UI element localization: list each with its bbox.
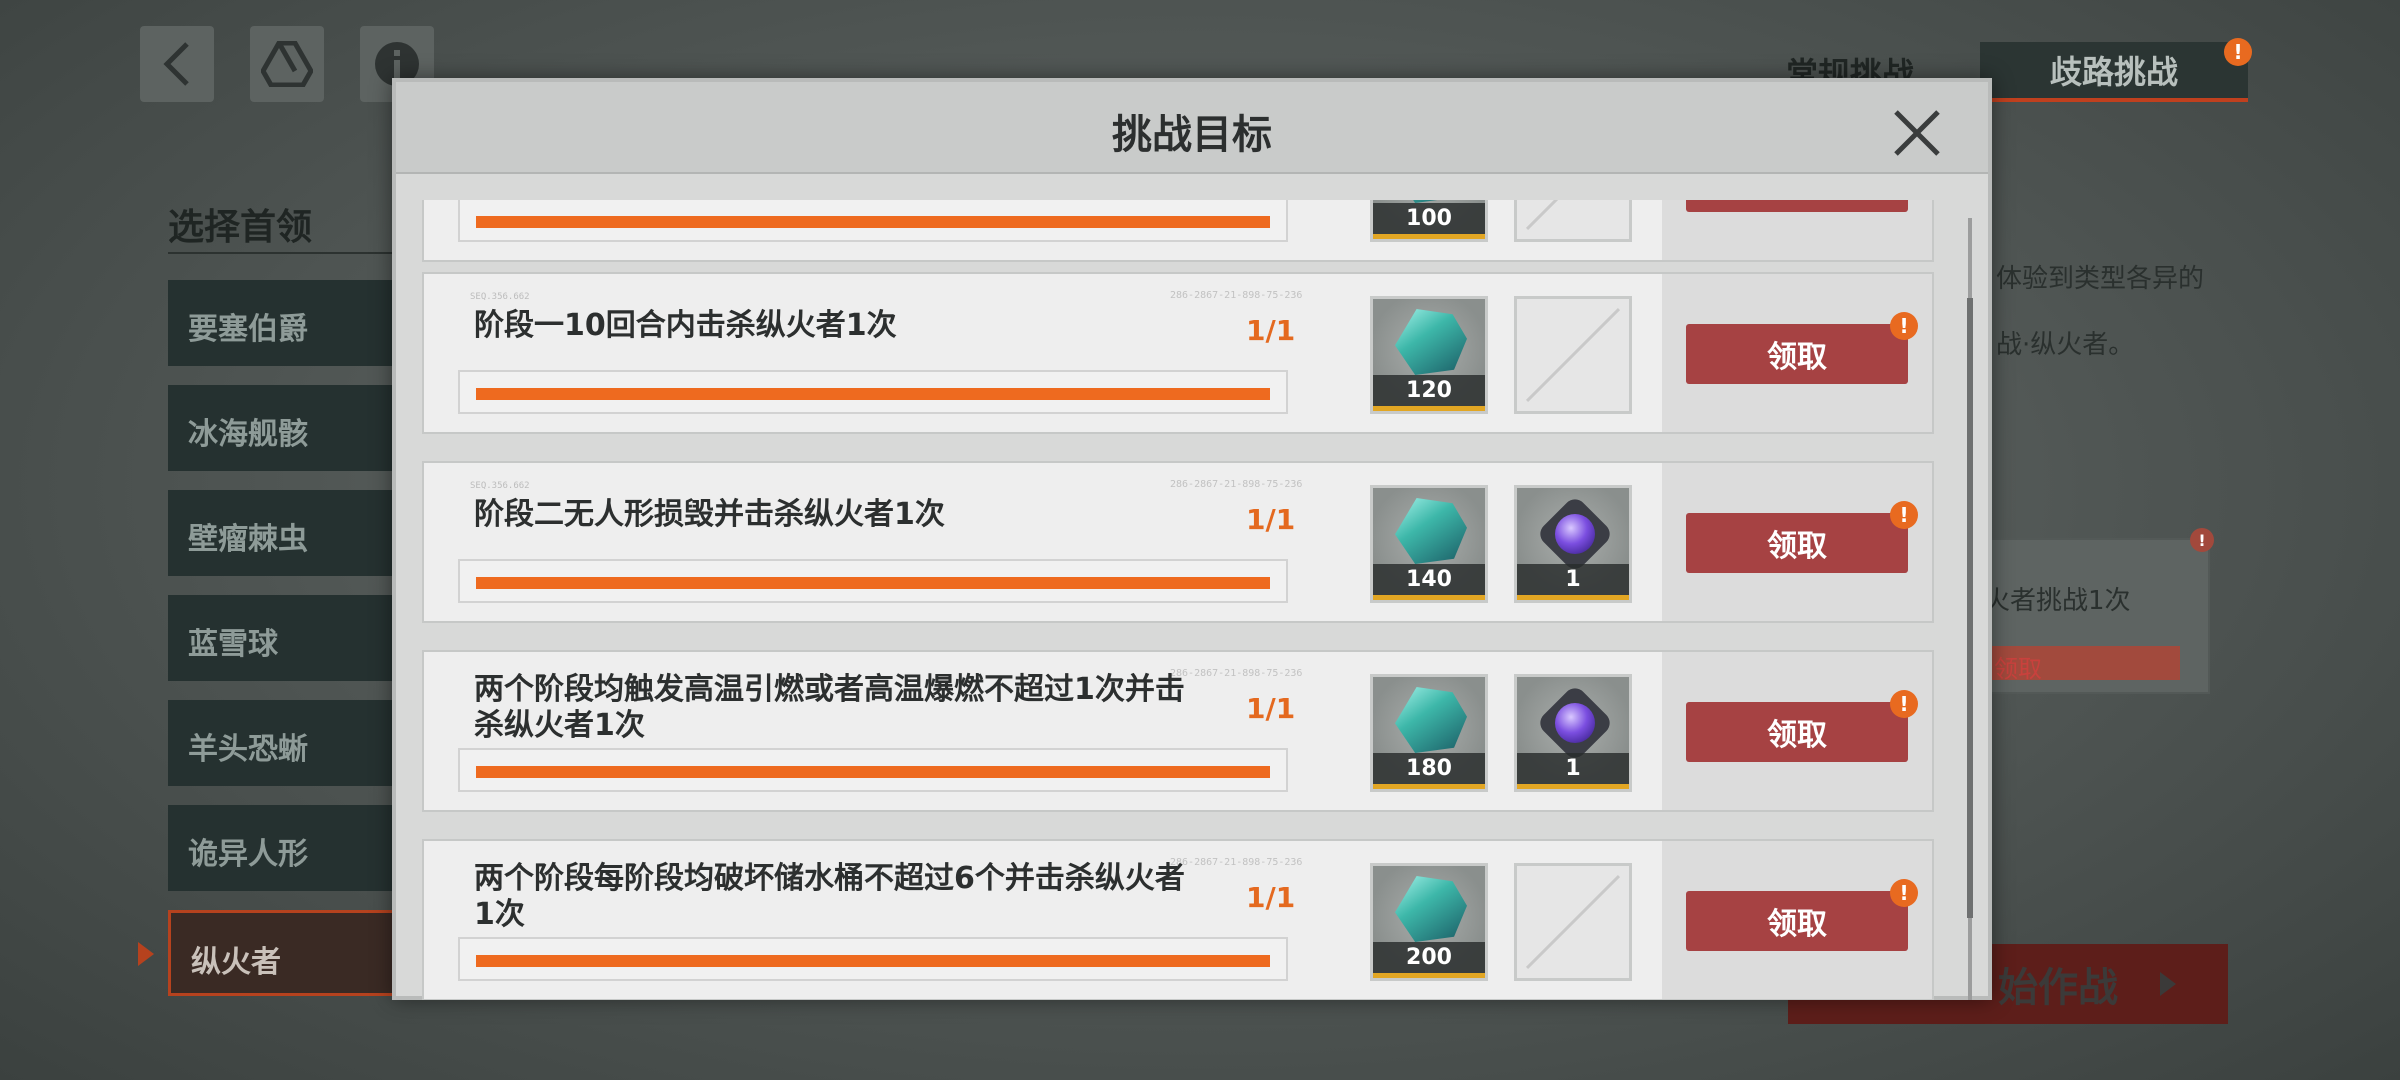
task-progress: 1/1 (1246, 503, 1296, 536)
reward-orb[interactable]: 1 (1514, 485, 1632, 603)
task-row: SEQ.356.662 286-2867-21-898-75-236 阶段一10… (422, 272, 1934, 434)
alert-icon: ! (1890, 312, 1918, 340)
reward-gem[interactable]: 200 (1370, 863, 1488, 981)
progress-bar (458, 748, 1288, 792)
claim-button[interactable]: 领取 ! (1686, 501, 1918, 573)
task-description: 阶段一10回合内击杀纵火者1次 (474, 308, 897, 343)
alert-icon: ! (1890, 690, 1918, 718)
progress-fill (476, 216, 1270, 228)
task-row: 286-2867-21-898-75-236 两个阶段每阶段均破坏储水桶不超过6… (422, 839, 1934, 1000)
reward-empty-slot (1514, 863, 1632, 981)
scrollbar-thumb[interactable] (1967, 298, 1973, 918)
boss-item-1[interactable]: 冰海舰骸 (168, 385, 408, 471)
task-description: 阶段二无人形损毁并击杀纵火者1次 (474, 497, 945, 532)
bg-card-text: 火者挑战1次 (1984, 586, 2131, 616)
desc-line-2: 战·纵火者。 (1996, 330, 2135, 360)
progress-bar (458, 559, 1288, 603)
select-boss-title: 选择首领 (168, 207, 313, 248)
task-progress: 1/1 (1246, 692, 1296, 725)
reward-qty: 140 (1373, 564, 1485, 600)
progress-fill (476, 388, 1270, 400)
task-description: 两个阶段均触发高温引燃或者高温爆燃不超过1次并击杀纵火者1次 (474, 672, 1185, 743)
progress-bar (458, 200, 1288, 242)
progress-fill (476, 955, 1270, 967)
modal-title: 挑战目标 (1112, 112, 1272, 158)
task-progress: 1/1 (1246, 881, 1296, 914)
reward-qty: 100 (1373, 203, 1485, 239)
reward-qty: 1 (1517, 753, 1629, 789)
claim-panel: 领取 ! (1662, 274, 1932, 432)
task-progress: 1/1 (1246, 314, 1296, 347)
boss-item-5[interactable]: 诡异人形 (168, 805, 408, 891)
play-arrow-icon (2160, 972, 2176, 996)
progress-fill (476, 766, 1270, 778)
task-row: SEQ.356.662 286-2867-21-898-75-236 阶段二无人… (422, 461, 1934, 623)
orb-icon (1541, 689, 1609, 757)
reward-qty: 1 (1517, 564, 1629, 600)
reward-gem[interactable]: 180 (1370, 674, 1488, 792)
progress-bar (458, 370, 1288, 414)
reward-orb[interactable]: 1 (1514, 674, 1632, 792)
alert-icon: ! (1890, 501, 1918, 529)
reward-gem[interactable]: 140 (1370, 485, 1488, 603)
boss-item-active[interactable]: 纵火者 (168, 910, 408, 996)
section-divider (168, 252, 398, 254)
claim-button[interactable]: 领取 ! (1686, 690, 1918, 762)
back-icon[interactable] (140, 26, 214, 102)
claim-panel: 领取 (1662, 200, 1932, 260)
progress-bar (458, 937, 1288, 981)
challenge-goals-modal: 挑战目标 100 领取 SEQ.356.662 286-2867-21-898-… (392, 78, 1992, 1000)
desc-line-1: 体验到类型各异的 (1996, 264, 2205, 294)
reward-qty: 180 (1373, 753, 1485, 789)
reward-qty: 120 (1373, 375, 1485, 411)
reward-qty: 200 (1373, 942, 1485, 978)
reward-gem[interactable]: 100 (1370, 200, 1488, 242)
active-boss-arrow-icon (138, 942, 154, 966)
reward-empty-slot (1514, 296, 1632, 414)
bg-task-card: 火者挑战1次 领取 (1960, 538, 2210, 694)
modal-header: 挑战目标 (396, 82, 1988, 174)
task-description: 两个阶段每阶段均破坏储水桶不超过6个并击杀纵火者1次 (474, 861, 1185, 932)
task-row: 100 领取 (422, 200, 1934, 262)
claim-button[interactable]: 领取 ! (1686, 879, 1918, 951)
boss-item-3[interactable]: 蓝雪球 (168, 595, 408, 681)
task-row: 286-2867-21-898-75-236 两个阶段均触发高温引燃或者高温爆燃… (422, 650, 1934, 812)
task-list[interactable]: 100 领取 SEQ.356.662 286-2867-21-898-75-23… (422, 200, 1934, 1000)
claim-panel: 领取 ! (1662, 463, 1932, 621)
alert-icon: ! (1890, 879, 1918, 907)
boss-item-4[interactable]: 羊头恐蜥 (168, 700, 408, 786)
boss-item-2[interactable]: 壁瘤棘虫 (168, 490, 408, 576)
claim-button[interactable]: 领取 (1686, 200, 1908, 212)
claim-panel: 领取 ! (1662, 841, 1932, 999)
reward-gem[interactable]: 120 (1370, 296, 1488, 414)
claim-panel: 领取 ! (1662, 652, 1932, 810)
claim-button[interactable]: 领取 ! (1686, 312, 1918, 384)
bg-card-claim: 领取 (1984, 646, 2180, 683)
tab-branch-challenge[interactable]: 歧路挑战 (1980, 42, 2248, 102)
orb-icon (1541, 500, 1609, 568)
tab-branch-label: 歧路挑战 (2049, 53, 2178, 91)
scrollbar[interactable] (1967, 218, 1973, 1000)
branch-alert-icon: ! (2224, 38, 2252, 66)
reward-empty-slot (1514, 200, 1632, 242)
drive-icon[interactable] (250, 26, 324, 102)
boss-item-0[interactable]: 要塞伯爵 (168, 280, 408, 366)
bg-card-alert-icon: ! (2190, 528, 2214, 552)
progress-fill (476, 577, 1270, 589)
close-icon[interactable] (1892, 108, 1942, 158)
